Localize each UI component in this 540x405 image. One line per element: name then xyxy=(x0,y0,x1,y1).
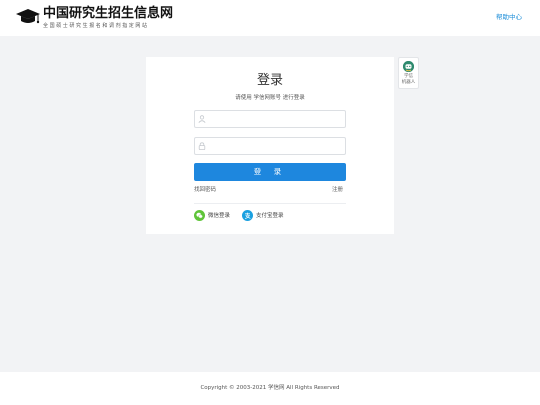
wechat-login-label: 微信登录 xyxy=(208,212,231,219)
robot-label-line1: 学信 xyxy=(404,74,413,79)
alipay-login-label: 支付宝登录 xyxy=(256,212,284,219)
wechat-icon xyxy=(194,210,205,221)
site-subtitle: 全国硕士研究生报名和调剂指定网站 xyxy=(43,23,149,29)
xuexin-robot-widget[interactable]: 学信 机器人 xyxy=(398,57,419,89)
copyright-text: Copyright © 2003-2021 学信网 All Rights Res… xyxy=(200,385,340,391)
lock-icon xyxy=(198,142,206,150)
login-title: 登录 xyxy=(256,73,283,88)
site-title: 中国研究生招生信息网 xyxy=(43,6,174,21)
user-icon xyxy=(198,115,206,123)
username-input[interactable] xyxy=(209,112,343,126)
site-footer: Copyright © 2003-2021 学信网 All Rights Res… xyxy=(0,372,540,405)
robot-label-line2: 机器人 xyxy=(401,80,416,85)
site-logo[interactable]: 中国研究生招生信息网 全国硕士研究生报名和调剂指定网站 xyxy=(16,6,176,32)
username-field[interactable] xyxy=(194,110,346,128)
register-link[interactable]: 注册 xyxy=(332,186,343,194)
divider xyxy=(194,203,346,204)
site-header: 中国研究生招生信息网 全国硕士研究生报名和调剂指定网站 帮助中心 xyxy=(0,0,540,36)
login-button[interactable]: 登 录 xyxy=(194,163,346,181)
password-field[interactable] xyxy=(194,137,346,155)
password-input[interactable] xyxy=(209,139,343,153)
robot-icon xyxy=(403,61,414,72)
login-subtitle: 请使用 学信网账号 进行登录 xyxy=(235,95,305,101)
forgot-password-link[interactable]: 找回密码 xyxy=(194,186,216,194)
alipay-icon xyxy=(242,210,253,221)
graduation-cap-icon xyxy=(16,9,40,24)
help-center-link[interactable]: 帮助中心 xyxy=(496,13,522,22)
